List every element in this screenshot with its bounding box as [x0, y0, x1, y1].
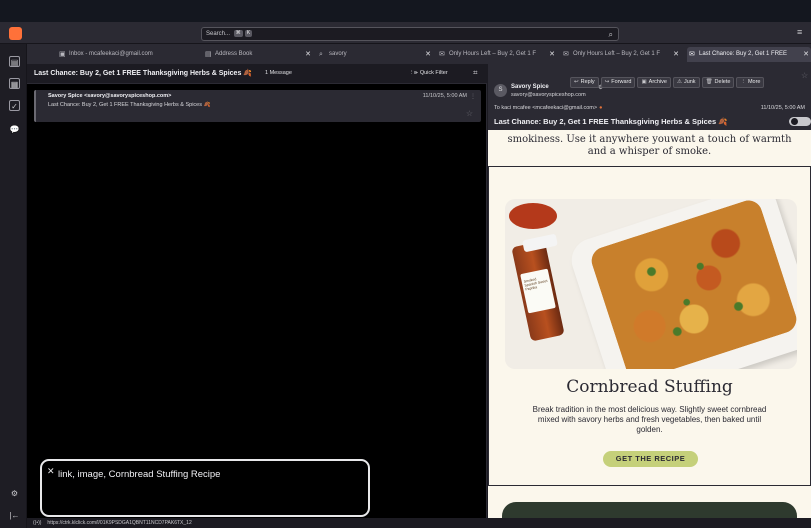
next-section — [502, 502, 797, 518]
recipe-card: Smoked Spanish Sweet Paprika Cornbread S… — [488, 166, 811, 486]
junk-button[interactable]: ⚠ Junk — [673, 77, 700, 88]
trash-icon: 🗑 — [705, 79, 713, 85]
archive-icon: ▣ — [641, 79, 647, 85]
cornbread-stuffing-image[interactable]: Smoked Spanish Sweet Paprika — [505, 199, 797, 369]
message-date: 11/10/25, 5:00 AM — [422, 93, 467, 99]
get-recipe-button[interactable]: GET THE RECIPE — [603, 451, 698, 467]
leaf-emoji-icon: 🍂 — [718, 117, 728, 126]
avatar: S — [494, 84, 507, 97]
delete-button[interactable]: 🗑 Delete — [701, 77, 735, 88]
status-bar: ((•)) https://ctrk.klclick.com/l/01K9PSDG… — [27, 518, 811, 528]
sender-name[interactable]: Savory Spice — [511, 84, 549, 90]
message-count: 1 Message — [265, 70, 292, 76]
status-icon: ● — [599, 105, 603, 111]
message-reader: S Savory Spice savory@savoryspiceshop.co… — [488, 64, 811, 518]
star-icon[interactable]: ☆ — [801, 71, 808, 80]
tab-message-1[interactable]: ✉ Only Hours Left – Buy 2, Get 1 F ✕ — [437, 47, 557, 62]
spice-bowl-image — [509, 203, 557, 229]
message-date: 11/10/25, 5:00 AM — [760, 105, 805, 111]
tab-message-2[interactable]: ✉ Only Hours Left – Buy 2, Get 1 F ✕ — [561, 47, 681, 62]
connection-icon: ((•)) — [33, 520, 42, 526]
chat-space-icon[interactable]: 💬 — [9, 124, 20, 135]
recipient-line: To kaci mcafee <mcafeekaci@gmail.com> ● — [494, 105, 603, 111]
sender-email[interactable]: savory@savoryspiceshop.com — [511, 92, 586, 98]
thread-header: Last Chance: Buy 2, Get 1 FREE Thanksgiv… — [27, 64, 487, 84]
title-bar — [0, 0, 811, 22]
tab-inbox[interactable]: ▣ Inbox - mcafeekaci@gmail.com — [57, 47, 197, 62]
tooltip-text: link, image, Cornbread Stuffing Recipe — [58, 469, 221, 480]
close-icon[interactable]: ✕ — [47, 466, 55, 477]
archive-button[interactable]: ▣ Archive — [637, 77, 671, 88]
collapse-spaces-icon[interactable]: |← — [9, 510, 20, 521]
accessibility-tooltip: ✕ link, image, Cornbread Stuffing Recipe — [40, 459, 370, 517]
message-subject: Last Chance: Buy 2, Get 1 FREE Thanksgiv… — [494, 117, 728, 126]
settings-gear-icon[interactable]: ⚙ — [9, 488, 20, 499]
calendar-space-icon[interactable]: ▦ — [9, 78, 20, 89]
email-body: smokiness. Use it anywhere youwant a tou… — [488, 130, 811, 518]
message-row[interactable]: Savory Spice <savory@savoryspiceshop.com… — [34, 90, 481, 122]
star-icon[interactable]: ☆ — [466, 109, 473, 118]
app-logo-icon[interactable] — [9, 27, 22, 40]
forward-button[interactable]: ↪ Forward — [600, 77, 636, 88]
close-icon[interactable]: ✕ — [305, 47, 311, 62]
status-url: https://ctrk.klclick.com/l/01K9PSDGA1QBN… — [47, 520, 192, 526]
thread-pane: Last Chance: Buy 2, Get 1 FREE Thanksgiv… — [27, 64, 487, 518]
envelope-icon: ✉ — [563, 51, 569, 58]
remote-content-toggle[interactable] — [789, 117, 811, 126]
kbd-cmd: ⌘ — [233, 30, 243, 37]
display-options-icon[interactable]: ⌗ — [473, 68, 478, 78]
leaf-emoji-icon: 🍂 — [243, 70, 253, 77]
leaf-emoji-icon: 🍂 — [203, 102, 211, 108]
more-icon: ⋮ — [740, 79, 746, 85]
more-button[interactable]: ⋮ More — [736, 77, 765, 88]
inbox-icon: ▣ — [59, 51, 66, 58]
body-text: smokiness. Use it anywhere youwant a tou… — [507, 134, 792, 157]
reply-icon: ↩ — [574, 79, 579, 85]
thread-title: Last Chance: Buy 2, Get 1 FREE Thanksgiv… — [34, 70, 253, 77]
close-icon[interactable]: ✕ — [803, 47, 809, 62]
search-icon: ⌕ — [319, 51, 323, 58]
search-icon[interactable]: ⌕ — [609, 29, 613, 41]
forward-icon: ↪ — [604, 79, 610, 85]
quick-filter-button[interactable]: ⫶ ⊪ Quick Filter — [411, 70, 448, 77]
reply-button[interactable]: ↩ Reply — [570, 77, 599, 88]
row-menu-icon[interactable]: ⋮ — [470, 93, 476, 100]
junk-icon: ⚠ — [677, 79, 682, 85]
thunderbird-window: Search... ⌘ K ⌕ ≡ ▤ ▦ ✓ 💬 ⚙ |← ▣ Inbox - m… — [0, 0, 811, 528]
envelope-icon: ✉ — [439, 51, 445, 58]
spaces-toolbar: ▤ ▦ ✓ 💬 ⚙ |← — [0, 44, 27, 528]
message-header: S Savory Spice savory@savoryspiceshop.co… — [488, 64, 811, 130]
recipe-title[interactable]: Cornbread Stuffing — [489, 377, 810, 397]
close-icon[interactable]: ✕ — [673, 47, 679, 62]
close-icon[interactable]: ✕ — [425, 47, 431, 62]
tab-address-book[interactable]: ▤ Address Book ✕ — [203, 47, 313, 62]
tasks-space-icon[interactable]: ✓ — [9, 100, 20, 111]
kbd-k: K — [244, 30, 253, 37]
tab-search-savory[interactable]: ⌕ savory ✕ — [317, 47, 433, 62]
global-search-input[interactable]: Search... ⌘ K ⌕ — [201, 27, 619, 41]
envelope-icon: ✉ — [689, 51, 695, 58]
message-actions: ↩ Reply ↪ Forward ▣ Archive ⚠ Junk 🗑 Delete ⋮ More — [568, 70, 765, 88]
recipe-description: Break tradition in the most delicious wa… — [532, 405, 767, 434]
message-subject: Last Chance: Buy 2, Get 1 FREE Thanksgiv… — [48, 102, 211, 108]
hamburger-menu-icon[interactable]: ≡ — [797, 27, 802, 37]
filter-icon: ⫶ ⊪ — [411, 70, 420, 76]
tab-bar: ▣ Inbox - mcafeekaci@gmail.com ▤ Address B… — [27, 44, 811, 64]
address-book-icon: ▤ — [205, 51, 212, 58]
close-icon[interactable]: ✕ — [549, 47, 555, 62]
tab-message-active[interactable]: ✉ Last Chance: Buy 2, Get 1 FREE ✕ — [687, 47, 811, 62]
search-placeholder: Search... — [206, 31, 231, 37]
mail-space-icon[interactable]: ▤ — [9, 56, 20, 67]
message-sender: Savory Spice <savory@savoryspiceshop.com… — [48, 93, 172, 99]
